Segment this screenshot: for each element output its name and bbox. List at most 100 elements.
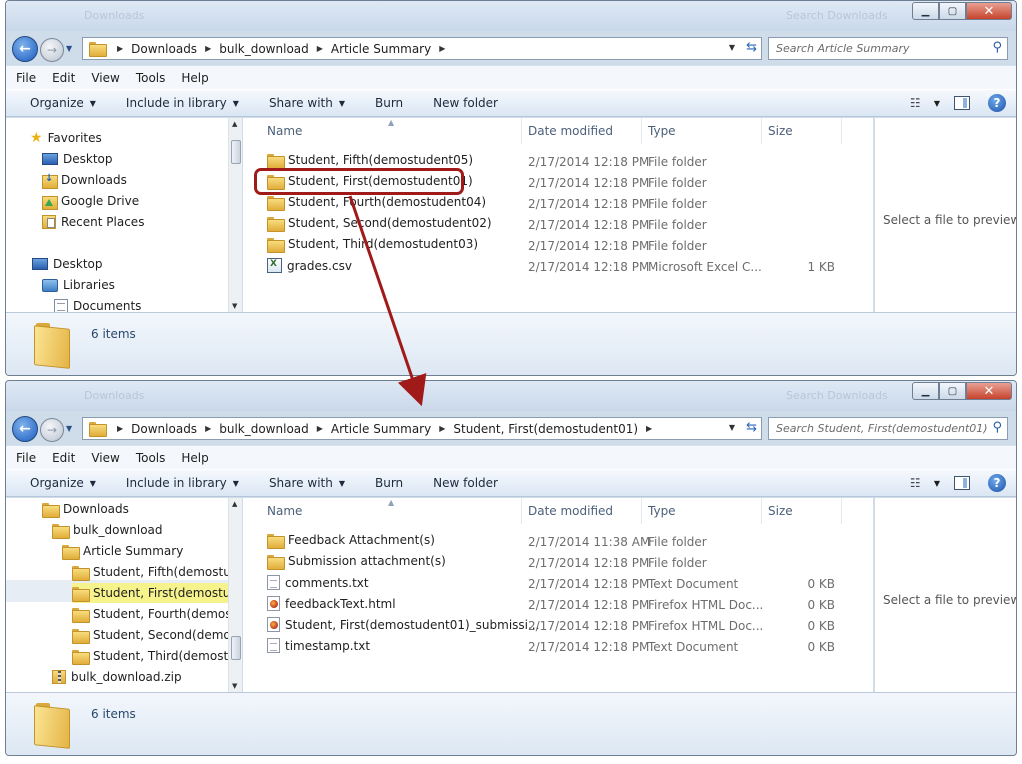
- breadcrumb-separator-root[interactable]: ▶: [113, 424, 131, 433]
- nav-item-downloads[interactable]: Downloads: [42, 499, 129, 519]
- refresh-icon[interactable]: ⇆: [746, 40, 757, 55]
- menu-help[interactable]: Help: [181, 451, 208, 465]
- refresh-icon[interactable]: ⇆: [746, 420, 757, 435]
- menu-view[interactable]: View: [91, 71, 119, 85]
- column-header-date[interactable]: Date modified: [528, 118, 613, 144]
- file-row[interactable]: comments.txt 2/17/2014 12:18 PM Text Doc…: [243, 572, 873, 593]
- title-bar[interactable]: Downloads Search Downloads ▁ ▢ ✕: [6, 381, 1016, 411]
- nav-scrollbar[interactable]: ▲ ▼: [228, 498, 242, 692]
- file-row[interactable]: Student, Fourth(demostudent04) 2/17/2014…: [243, 192, 873, 213]
- nav-item-recent-places[interactable]: Recent Places: [42, 212, 144, 232]
- address-dropdown-icon[interactable]: ▼: [729, 423, 735, 432]
- nav-item-student-fourth[interactable]: Student, Fourth(demostu: [72, 604, 241, 624]
- preview-pane-icon[interactable]: [954, 476, 970, 490]
- address-dropdown-icon[interactable]: ▼: [729, 43, 735, 52]
- burn-button[interactable]: Burn: [375, 96, 403, 110]
- scroll-up-icon[interactable]: ▲: [232, 500, 237, 508]
- nav-item-documents[interactable]: Documents: [54, 296, 141, 312]
- menu-view[interactable]: View: [91, 451, 119, 465]
- organize-button[interactable]: Organize ▼: [30, 476, 96, 490]
- file-row[interactable]: Student, Second(demostudent02) 2/17/2014…: [243, 213, 873, 234]
- nav-item-desktop-root[interactable]: Desktop: [32, 254, 103, 274]
- back-button[interactable]: ←: [12, 416, 38, 442]
- column-header-type[interactable]: Type: [648, 498, 676, 524]
- share-with-button[interactable]: Share with ▼: [269, 476, 345, 490]
- breadcrumb-item[interactable]: bulk_download ▶: [219, 422, 331, 436]
- column-header-date[interactable]: Date modified: [528, 498, 613, 524]
- recent-pages-dropdown-icon[interactable]: ▼: [66, 424, 72, 433]
- breadcrumb-separator-root[interactable]: ▶: [113, 44, 131, 53]
- include-in-library-button[interactable]: Include in library ▼: [126, 96, 239, 110]
- breadcrumb-item[interactable]: Article Summary ▶: [331, 422, 453, 436]
- menu-edit[interactable]: Edit: [52, 71, 75, 85]
- breadcrumb-item[interactable]: Downloads ▶: [131, 422, 219, 436]
- nav-item-student-first[interactable]: Student, First(demostude: [72, 583, 241, 603]
- nav-item-bulk-download-zip[interactable]: bulk_download.zip: [52, 667, 182, 687]
- menu-edit[interactable]: Edit: [52, 451, 75, 465]
- nav-item-student-fifth[interactable]: Student, Fifth(demostude: [72, 562, 241, 582]
- file-row[interactable]: Student, First(demostudent01)_submissi..…: [243, 614, 873, 635]
- forward-button[interactable]: →: [40, 38, 64, 62]
- column-divider[interactable]: [641, 118, 642, 144]
- column-divider[interactable]: [521, 118, 522, 144]
- organize-button[interactable]: Organize ▼: [30, 96, 96, 110]
- menu-tools[interactable]: Tools: [136, 451, 166, 465]
- menu-help[interactable]: Help: [181, 71, 208, 85]
- scroll-thumb[interactable]: [231, 636, 241, 660]
- menu-tools[interactable]: Tools: [136, 71, 166, 85]
- help-icon[interactable]: ?: [988, 94, 1006, 112]
- share-with-button[interactable]: Share with ▼: [269, 96, 345, 110]
- column-header-size[interactable]: Size: [768, 498, 793, 524]
- search-icon[interactable]: ⚲: [992, 40, 1002, 55]
- file-row[interactable]: Student, Third(demostudent03) 2/17/2014 …: [243, 234, 873, 255]
- file-row[interactable]: Feedback Attachment(s) 2/17/2014 11:38 A…: [243, 530, 873, 551]
- maximize-button[interactable]: ▢: [939, 382, 966, 400]
- minimize-button[interactable]: ▁: [912, 382, 939, 400]
- address-bar[interactable]: ▶ Downloads ▶ bulk_download ▶ Article Summ…: [82, 37, 762, 60]
- close-button[interactable]: ✕: [966, 2, 1012, 20]
- nav-item-bulk-download[interactable]: bulk_download: [52, 520, 163, 540]
- column-header-name[interactable]: Name: [267, 498, 302, 524]
- file-row[interactable]: grades.csv 2/17/2014 12:18 PM Microsoft …: [243, 255, 873, 276]
- menu-file[interactable]: File: [16, 451, 36, 465]
- column-divider[interactable]: [761, 498, 762, 524]
- burn-button[interactable]: Burn: [375, 476, 403, 490]
- scroll-down-icon[interactable]: ▼: [232, 682, 237, 690]
- new-folder-button[interactable]: New folder: [433, 476, 498, 490]
- file-row[interactable]: timestamp.txt 2/17/2014 12:18 PM Text Do…: [243, 635, 873, 656]
- breadcrumb-item[interactable]: Student, First(demostudent01) ▶: [453, 422, 660, 436]
- close-button[interactable]: ✕: [966, 382, 1012, 400]
- column-header-type[interactable]: Type: [648, 118, 676, 144]
- column-divider[interactable]: [641, 498, 642, 524]
- view-dropdown-icon[interactable]: ▼: [934, 99, 940, 108]
- column-header-name[interactable]: Name: [267, 118, 302, 144]
- search-input[interactable]: Search Article Summary ⚲: [768, 37, 1008, 60]
- column-divider[interactable]: [521, 498, 522, 524]
- nav-item-student-third[interactable]: Student, Third(demostud: [72, 646, 241, 666]
- breadcrumb-item[interactable]: Article Summary ▶: [331, 42, 453, 56]
- preview-pane-icon[interactable]: [954, 96, 970, 110]
- scroll-thumb[interactable]: [231, 140, 241, 164]
- search-icon[interactable]: ⚲: [992, 420, 1002, 435]
- forward-button[interactable]: →: [40, 418, 64, 442]
- address-bar[interactable]: ▶ Downloads ▶ bulk_download ▶ Article Summ…: [82, 417, 762, 440]
- file-row[interactable]: Submission attachment(s) 2/17/2014 12:18…: [243, 551, 873, 572]
- nav-item-desktop[interactable]: Desktop: [42, 149, 113, 169]
- back-button[interactable]: ←: [12, 36, 38, 62]
- minimize-button[interactable]: ▁: [912, 2, 939, 20]
- column-divider[interactable]: [841, 498, 842, 524]
- nav-item-favorites[interactable]: ★ Favorites: [30, 128, 102, 148]
- title-bar[interactable]: Downloads Search Downloads ▁ ▢ ✕: [6, 1, 1016, 31]
- help-icon[interactable]: ?: [988, 474, 1006, 492]
- include-in-library-button[interactable]: Include in library ▼: [126, 476, 239, 490]
- scroll-down-icon[interactable]: ▼: [232, 302, 237, 310]
- nav-scrollbar[interactable]: ▲ ▼: [228, 118, 242, 312]
- nav-item-student-second[interactable]: Student, Second(demost: [72, 625, 241, 645]
- scroll-up-icon[interactable]: ▲: [232, 120, 237, 128]
- change-view-icon[interactable]: ☷: [910, 476, 928, 490]
- nav-item-google-drive[interactable]: Google Drive: [42, 191, 139, 211]
- menu-file[interactable]: File: [16, 71, 36, 85]
- change-view-icon[interactable]: ☷: [910, 96, 928, 110]
- search-input[interactable]: Search Student, First(demostudent01) ⚲: [768, 417, 1008, 440]
- nav-item-article-summary[interactable]: Article Summary: [62, 541, 183, 561]
